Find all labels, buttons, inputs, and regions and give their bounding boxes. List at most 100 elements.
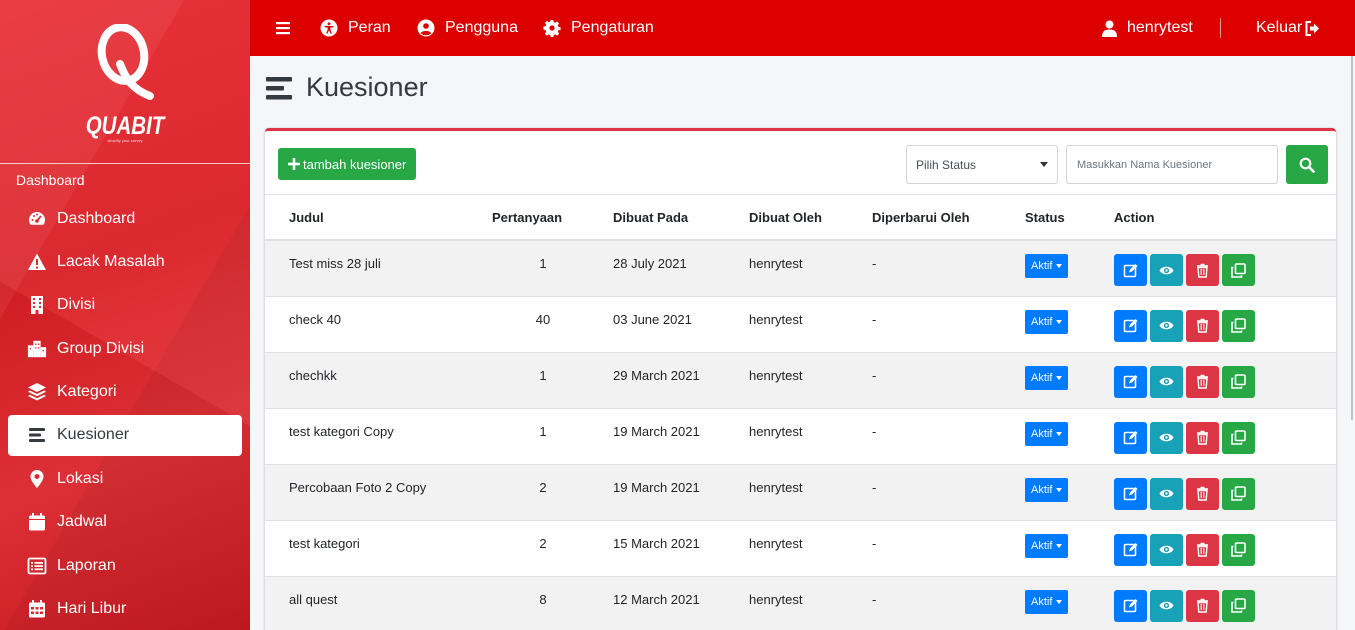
edit-icon xyxy=(1123,599,1138,613)
sidebar-item-dashboard[interactable]: Dashboard xyxy=(8,198,242,239)
delete-button[interactable] xyxy=(1186,533,1219,566)
edit-button[interactable] xyxy=(1114,254,1147,286)
sidebar-item-label: Kuesioner xyxy=(57,426,130,444)
status-label: Aktif xyxy=(1031,539,1053,552)
sidebar-item-laporan[interactable]: Laporan xyxy=(8,545,242,586)
add-kuesioner-button[interactable]: tambah kuesioner xyxy=(278,148,417,180)
copy-icon xyxy=(1231,486,1246,501)
status-dropdown[interactable]: Aktif xyxy=(1025,421,1069,446)
sidebar-item-lokasi[interactable]: Lokasi xyxy=(8,458,242,499)
sidebar-item-kategori[interactable]: Kategori xyxy=(8,372,242,413)
column-header-diperbarui-oleh[interactable]: Diperbarui Oleh xyxy=(872,195,1025,241)
cell-dibuat-pada: 03 June 2021 xyxy=(613,311,692,327)
action-group xyxy=(1114,254,1336,286)
action-group xyxy=(1114,421,1336,454)
status-dropdown[interactable]: Aktif xyxy=(1025,533,1069,558)
nav-link-label: Peran xyxy=(348,19,391,36)
edit-button[interactable] xyxy=(1114,421,1147,454)
status-dropdown[interactable]: Aktif xyxy=(1025,309,1069,334)
sidebar-item-group-divisi[interactable]: Group Divisi xyxy=(8,328,242,369)
edit-icon xyxy=(1123,543,1138,557)
copy-icon xyxy=(1231,598,1246,613)
nav-link-peran[interactable]: Peran xyxy=(320,0,391,56)
cell-pertanyaan: 1 xyxy=(539,256,547,271)
page-scrollbar[interactable] xyxy=(1351,0,1355,630)
edit-button[interactable] xyxy=(1114,533,1147,566)
menu-toggle-button[interactable] xyxy=(274,0,292,56)
cell-dibuat-pada: 15 March 2021 xyxy=(613,535,700,551)
sidebar-item-divisi[interactable]: Divisi xyxy=(8,285,242,326)
column-header-pertanyaan[interactable]: Pertanyaan xyxy=(467,195,613,241)
copy-button[interactable] xyxy=(1222,365,1255,398)
sidebar-item-kuesioner[interactable]: Kuesioner xyxy=(8,414,242,456)
cell-diperbarui-oleh: - xyxy=(872,479,877,495)
delete-button[interactable] xyxy=(1186,421,1219,454)
user-menu[interactable]: henrytest xyxy=(1102,0,1193,56)
view-button[interactable] xyxy=(1150,477,1183,510)
nav-link-pengaturan[interactable]: Pengaturan xyxy=(543,0,654,56)
sidebar-nav: Dashboard Lacak Masalah Divisi Group Div… xyxy=(8,198,242,630)
cell-status: Aktif xyxy=(1025,240,1114,296)
view-button[interactable] xyxy=(1150,533,1183,566)
cell-dibuat-oleh: henrytest xyxy=(749,479,803,495)
copy-button[interactable] xyxy=(1222,254,1255,286)
action-group xyxy=(1114,533,1336,566)
trash-icon xyxy=(1197,430,1208,445)
view-button[interactable] xyxy=(1150,421,1183,454)
eye-icon xyxy=(1159,545,1174,554)
status-dropdown[interactable]: Aktif xyxy=(1025,589,1069,614)
view-button[interactable] xyxy=(1150,309,1183,342)
cell-action xyxy=(1114,296,1336,352)
logout-label: Keluar xyxy=(1256,19,1303,36)
status-dropdown[interactable]: Aktif xyxy=(1025,254,1069,278)
copy-button[interactable] xyxy=(1222,589,1255,622)
sidebar-item-jadwal[interactable]: Jadwal xyxy=(8,502,242,543)
brand-name: QUABIT xyxy=(85,112,165,140)
delete-button[interactable] xyxy=(1186,309,1219,342)
copy-icon xyxy=(1231,542,1246,557)
edit-button[interactable] xyxy=(1114,589,1147,622)
cell-dibuat-pada: 29 March 2021 xyxy=(613,367,700,383)
nav-link-pengguna[interactable]: Pengguna xyxy=(417,0,518,56)
sidebar-item-label: Group Divisi xyxy=(57,339,145,357)
copy-button[interactable] xyxy=(1222,533,1255,566)
cell-action xyxy=(1114,576,1336,630)
column-header-dibuat-pada[interactable]: Dibuat Pada xyxy=(613,195,749,241)
cell-status: Aktif xyxy=(1025,576,1114,630)
view-button[interactable] xyxy=(1150,365,1183,398)
delete-button[interactable] xyxy=(1186,254,1219,286)
copy-button[interactable] xyxy=(1222,421,1255,454)
scrollbar-thumb[interactable] xyxy=(1351,56,1353,420)
edit-button[interactable] xyxy=(1114,365,1147,398)
trash-icon xyxy=(1197,598,1208,613)
sidebar-item-hari-libur[interactable]: Hari Libur xyxy=(8,589,242,630)
column-header-status[interactable]: Status xyxy=(1025,195,1114,241)
view-button[interactable] xyxy=(1150,589,1183,622)
eye-icon xyxy=(1159,601,1174,610)
status-label: Aktif xyxy=(1031,483,1053,496)
copy-button[interactable] xyxy=(1222,477,1255,510)
search-input[interactable] xyxy=(1066,145,1278,184)
edit-button[interactable] xyxy=(1114,309,1147,342)
column-header-dibuat-oleh[interactable]: Dibuat Oleh xyxy=(749,195,872,241)
edit-icon xyxy=(1123,431,1138,445)
search-button[interactable] xyxy=(1286,145,1328,184)
brand: QUABIT simplify your survey xyxy=(0,0,250,164)
cell-pertanyaan: 40 xyxy=(535,311,551,327)
edit-icon xyxy=(1123,263,1138,277)
delete-button[interactable] xyxy=(1186,589,1219,622)
status-select[interactable]: Pilih Status xyxy=(906,145,1058,184)
view-button[interactable] xyxy=(1150,254,1183,286)
list-icon xyxy=(266,76,292,99)
edit-button[interactable] xyxy=(1114,477,1147,510)
logout-button[interactable]: Keluar xyxy=(1256,0,1320,56)
column-header-judul[interactable]: Judul xyxy=(265,195,467,241)
status-dropdown[interactable]: Aktif xyxy=(1025,477,1069,502)
status-dropdown[interactable]: Aktif xyxy=(1025,365,1069,390)
copy-button[interactable] xyxy=(1222,309,1255,342)
sidebar-item-label: Kategori xyxy=(57,383,117,401)
delete-button[interactable] xyxy=(1186,365,1219,398)
accessibility-icon xyxy=(320,19,338,37)
delete-button[interactable] xyxy=(1186,477,1219,510)
sidebar-item-lacak-masalah[interactable]: Lacak Masalah xyxy=(8,241,242,282)
